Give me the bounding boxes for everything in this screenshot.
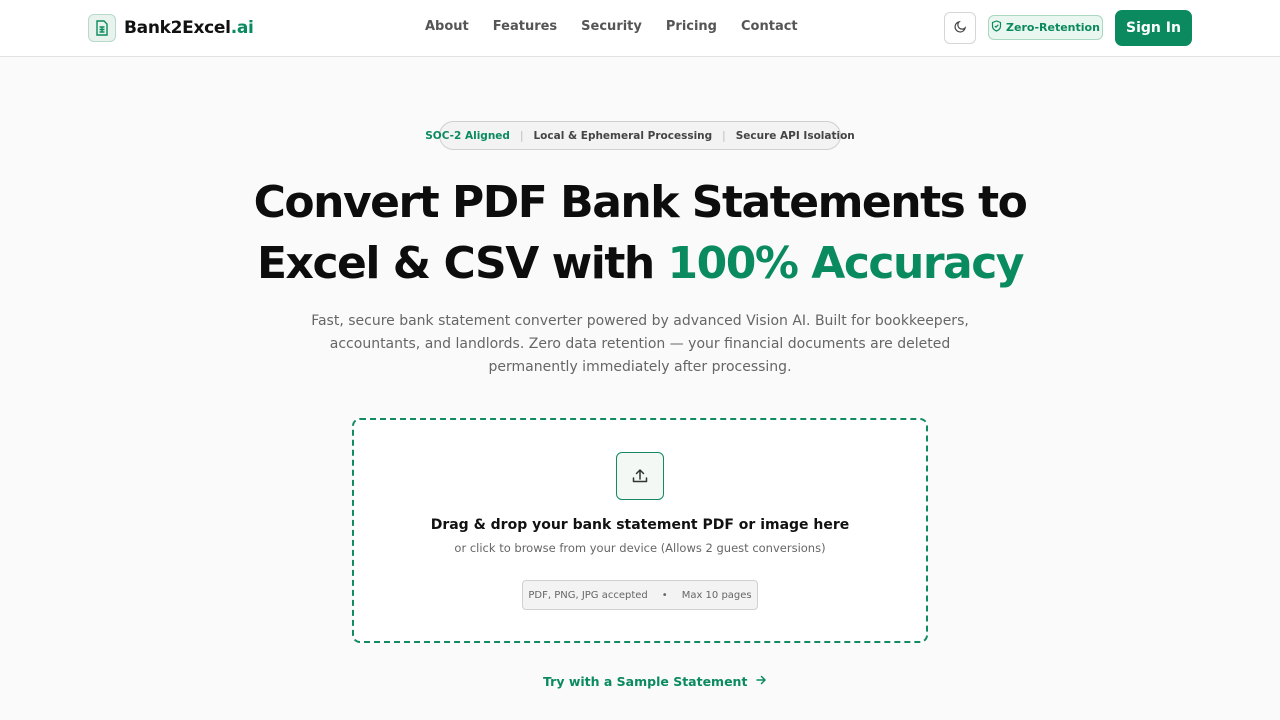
compliance-processing: Local & Ephemeral Processing (533, 129, 713, 142)
nav-about[interactable]: About (425, 19, 469, 34)
sign-in-button[interactable]: Sign In (1115, 10, 1192, 46)
top-navbar: Bank2Excel.ai About Features Security Pr… (0, 0, 1280, 57)
dropzone-subtitle: or click to browse from your device (All… (454, 541, 826, 555)
pill-divider: | (722, 129, 726, 142)
logo-suffix: .ai (230, 18, 254, 38)
nav-contact[interactable]: Contact (741, 19, 798, 34)
logo-link[interactable]: Bank2Excel.ai (88, 14, 254, 42)
nav-pricing[interactable]: Pricing (666, 19, 717, 34)
zero-retention-badge: Zero-Retention (988, 15, 1103, 40)
sample-statement-link[interactable]: Try with a Sample Statement (543, 672, 767, 690)
nav-features[interactable]: Features (493, 19, 557, 34)
upload-dropzone[interactable]: Drag & drop your bank statement PDF or i… (352, 418, 928, 643)
upload-icon (616, 452, 664, 500)
main-nav: About Features Security Pricing Contact (425, 19, 798, 34)
hero-heading: Convert PDF Bank Statements to Excel & C… (0, 172, 1280, 294)
arrow-right-icon (755, 674, 767, 689)
compliance-pill: SOC-2 Aligned | Local & Ephemeral Proces… (425, 121, 855, 150)
logo-text: Bank2Excel.ai (124, 18, 254, 38)
zero-retention-label: Zero-Retention (1006, 21, 1100, 34)
hero-description: Fast, secure bank statement converter po… (311, 313, 969, 375)
shield-icon (991, 20, 1002, 35)
theme-toggle-button[interactable] (944, 12, 976, 44)
accepted-formats: PDF, PNG, JPG accepted (528, 589, 648, 601)
file-requirements-chip: PDF, PNG, JPG accepted • Max 10 pages (522, 580, 758, 610)
dropzone-title: Drag & drop your bank statement PDF or i… (430, 517, 850, 533)
chip-separator: • (661, 589, 668, 601)
hero-heading-line2: Excel & CSV with (257, 238, 668, 289)
hero-heading-line1: Convert PDF Bank Statements to (253, 177, 1028, 228)
nav-security[interactable]: Security (581, 19, 642, 34)
pill-divider: | (519, 129, 524, 142)
document-icon (88, 14, 116, 42)
logo-name: Bank2Excel (124, 18, 231, 38)
moon-icon (953, 20, 967, 36)
compliance-soc2: SOC-2 Aligned (425, 129, 510, 142)
compliance-api: Secure API Isolation (735, 129, 855, 142)
sample-statement-label: Try with a Sample Statement (543, 673, 748, 689)
page-limit: Max 10 pages (681, 589, 752, 601)
hero-heading-accent: 100% Accuracy (667, 238, 1025, 289)
